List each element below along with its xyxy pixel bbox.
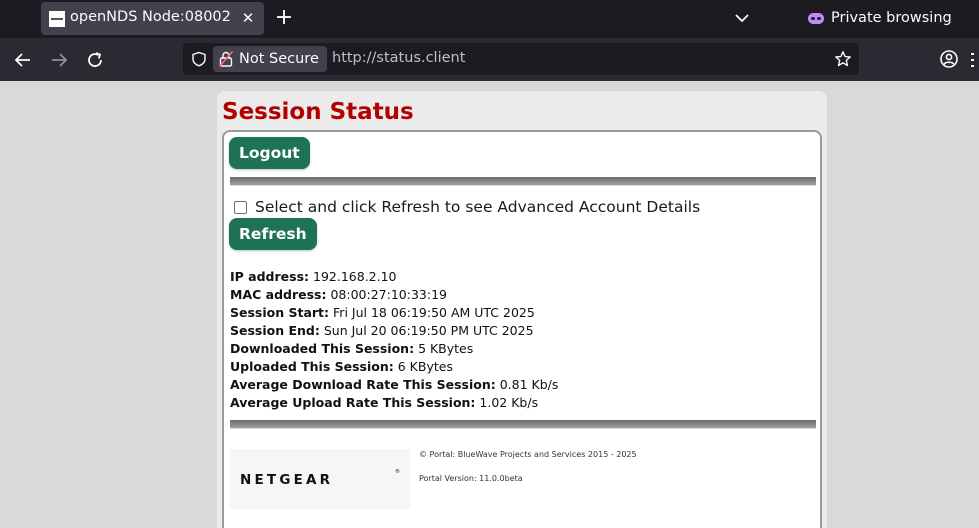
detail-avg-upload: Average Upload Rate This Session: 1.02 K… — [230, 394, 558, 412]
detail-session-end: Session End: Sun Jul 20 06:19:50 PM UTC … — [230, 322, 558, 340]
netgear-favicon-icon — [49, 11, 65, 27]
footer-version: Portal Version: 11.0.0beta — [419, 474, 523, 483]
not-secure-badge[interactable]: Not Secure — [213, 46, 327, 72]
not-secure-label: Not Secure — [239, 51, 319, 67]
divider — [230, 420, 816, 429]
detail-label: MAC address: — [230, 287, 327, 302]
new-tab-icon[interactable]: + — [272, 6, 296, 30]
chevron-down-icon[interactable] — [731, 8, 753, 28]
detail-label: Session End: — [230, 323, 320, 338]
detail-value: 08:00:27:10:33:19 — [330, 287, 447, 302]
detail-value: 6 KBytes — [397, 359, 453, 374]
detail-value: Fri Jul 18 06:19:50 AM UTC 2025 — [333, 305, 535, 320]
logo-text: NETGEAR — [240, 472, 334, 488]
tab-title: openNDS Node:0800271 — [70, 9, 232, 25]
reload-icon[interactable] — [83, 48, 107, 72]
detail-value: 5 KBytes — [418, 341, 474, 356]
detail-mac: MAC address: 08:00:27:10:33:19 — [230, 286, 558, 304]
url-text[interactable]: http://status.client — [332, 50, 465, 66]
shield-icon[interactable] — [191, 51, 207, 67]
detail-session-start: Session Start: Fri Jul 18 06:19:50 AM UT… — [230, 304, 558, 322]
detail-ip: IP address: 192.168.2.10 — [230, 268, 558, 286]
detail-value: 192.168.2.10 — [313, 269, 397, 284]
detail-avg-download: Average Download Rate This Session: 0.81… — [230, 376, 558, 394]
detail-label: Average Upload Rate This Session: — [230, 395, 476, 410]
divider — [230, 177, 816, 186]
close-tab-icon[interactable]: ✕ — [238, 7, 258, 29]
private-browsing-label: Private browsing — [831, 10, 952, 26]
netgear-logo: NETGEAR ® — [230, 449, 410, 509]
detail-label: IP address: — [230, 269, 310, 284]
private-mask-icon — [808, 12, 824, 24]
refresh-button[interactable]: Refresh — [229, 218, 317, 250]
bookmark-star-icon[interactable] — [834, 50, 852, 68]
logout-button[interactable]: Logout — [229, 137, 310, 169]
account-icon[interactable] — [939, 49, 959, 69]
detail-value: 1.02 Kb/s — [479, 395, 539, 410]
session-card: Session Status Logout Select and click R… — [217, 91, 827, 528]
detail-label: Session Start: — [230, 305, 330, 320]
detail-uploaded: Uploaded This Session: 6 KBytes — [230, 358, 558, 376]
session-panel: Logout Select and click Refresh to see A… — [222, 130, 822, 528]
page-title: Session Status — [222, 99, 414, 125]
detail-label: Downloaded This Session: — [230, 341, 415, 356]
private-browsing-indicator: Private browsing — [808, 7, 952, 29]
navigation-bar: Not Secure http://status.client — [0, 38, 979, 81]
tab-strip: openNDS Node:0800271 ✕ + Private browsin… — [0, 0, 979, 38]
detail-downloaded: Downloaded This Session: 5 KBytes — [230, 340, 558, 358]
detail-value: Sun Jul 20 06:19:50 PM UTC 2025 — [323, 323, 534, 338]
advanced-details-option: Select and click Refresh to see Advanced… — [234, 198, 700, 216]
checkbox-label: Select and click Refresh to see Advanced… — [255, 198, 701, 216]
advanced-details-checkbox[interactable] — [234, 200, 247, 214]
back-arrow-icon[interactable] — [11, 48, 35, 72]
footer-copyright: © Portal: BlueWave Projects and Services… — [419, 450, 637, 459]
detail-label: Uploaded This Session: — [230, 359, 394, 374]
detail-value: 0.81 Kb/s — [499, 377, 559, 392]
menu-overflow-icon[interactable] — [970, 50, 978, 70]
detail-label: Average Download Rate This Session: — [230, 377, 496, 392]
logo-trademark: ® — [395, 469, 400, 475]
url-bar[interactable]: Not Secure http://status.client — [183, 43, 859, 75]
forward-arrow-icon[interactable] — [47, 48, 71, 72]
insecure-lock-icon — [219, 51, 233, 67]
active-tab[interactable]: openNDS Node:0800271 ✕ — [41, 2, 264, 35]
session-details: IP address: 192.168.2.10 MAC address: 08… — [230, 268, 558, 412]
